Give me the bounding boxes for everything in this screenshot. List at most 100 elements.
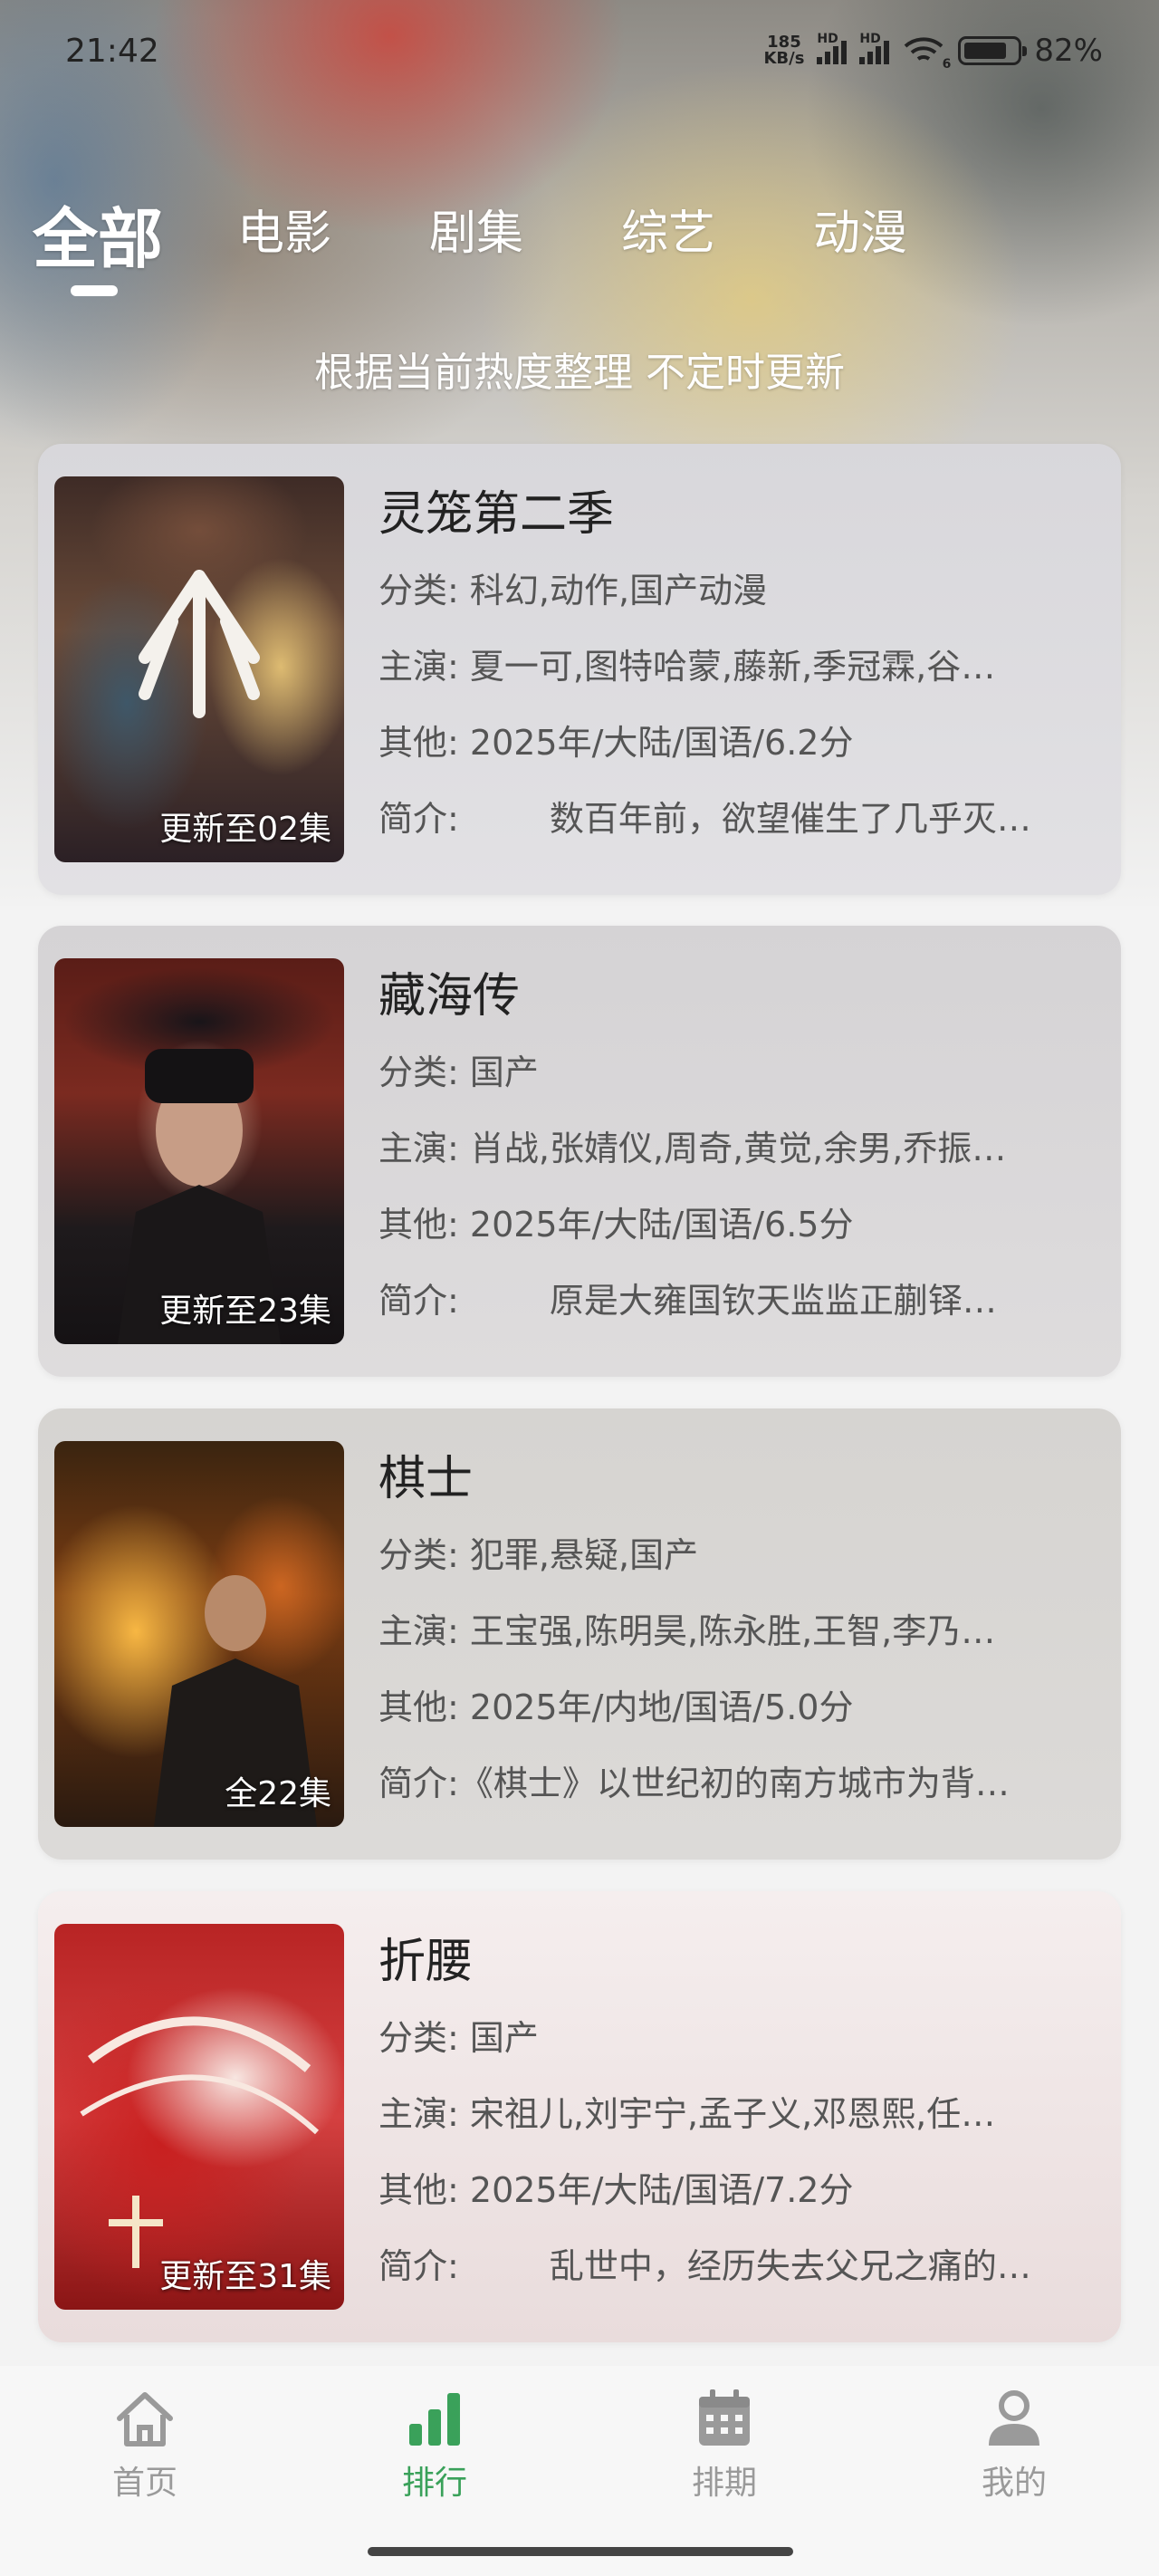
nav-profile-label: 我的 — [981, 2465, 1047, 2502]
item-cast: 主演: 夏一可,图特哈蒙,藤新,季冠霖,谷… — [378, 629, 1099, 705]
cast-value: 王宝强,陈明昊,陈永胜,王智,李乃… — [469, 1611, 996, 1651]
category-label: 分类: — [378, 571, 459, 610]
ranking-subtitle: 根据当前热度整理 不定时更新 — [314, 350, 845, 396]
category-value: 国产 — [469, 2018, 539, 2058]
ranking-card[interactable]: 更新至31集 折腰 分类: 国产 主演: 宋祖儿,刘宇宁,孟子义,邓恩熙,任… … — [38, 1891, 1121, 2342]
tab-movies[interactable]: 电影 — [237, 195, 331, 263]
other-value: 2025年/大陆/国语/7.2分 — [469, 2170, 854, 2210]
poster-image: 更新至23集 — [54, 958, 344, 1344]
item-info: 灵笼第二季 分类: 科幻,动作,国产动漫 主演: 夏一可,图特哈蒙,藤新,季冠霖… — [378, 476, 1099, 857]
item-category: 分类: 国产 — [378, 2000, 1099, 2076]
ranking-card[interactable]: 更新至23集 藏海传 分类: 国产 主演: 肖战,张婧仪,周奇,黄觉,余男,乔振… — [38, 926, 1121, 1377]
cast-label: 主演: — [378, 1611, 459, 1651]
nav-ranking-label: 排行 — [401, 2465, 467, 2502]
category-label: 分类: — [378, 2018, 459, 2058]
tab-series[interactable]: 剧集 — [429, 195, 523, 263]
signal-sim2-icon: HD — [859, 32, 890, 64]
category-label: 分类: — [378, 1053, 459, 1092]
episode-status: 更新至23集 — [159, 1293, 331, 1330]
nav-profile[interactable]: 我的 — [951, 2388, 1078, 2504]
intro-label: 简介: — [378, 1281, 459, 1321]
item-title: 灵笼第二季 — [378, 487, 615, 542]
network-speed-unit: KB/s — [763, 49, 805, 68]
cast-value: 肖战,张婧仪,周奇,黄觉,余男,乔振… — [469, 1129, 1007, 1168]
nav-ranking[interactable]: 排行 — [371, 2388, 498, 2504]
intro-value: 原是大雍国钦天监监正蒯铎… — [549, 1281, 997, 1321]
category-value: 科幻,动作,国产动漫 — [469, 571, 768, 610]
signal-sim1-icon: HD — [817, 32, 848, 64]
tab-all[interactable]: 全部 — [33, 186, 163, 281]
category-value: 国产 — [469, 1053, 539, 1092]
intro-value: 数百年前，欲望催生了几乎灭… — [549, 799, 1031, 839]
cast-label: 主演: — [378, 647, 459, 687]
nav-home[interactable]: 首页 — [81, 2388, 208, 2504]
poster-image: 更新至31集 — [54, 1924, 344, 2310]
item-title: 棋士 — [378, 1452, 474, 1506]
episode-status: 更新至31集 — [159, 2258, 331, 2295]
cast-label: 主演: — [378, 1129, 459, 1168]
item-cast: 主演: 宋祖儿,刘宇宁,孟子义,邓恩熙,任… — [378, 2076, 1099, 2152]
item-intro: 简介:《棋士》以世纪初的南方城市为背… — [378, 1745, 1099, 1821]
item-intro: 简介: 原是大雍国钦天监监正蒯铎… — [378, 1263, 1099, 1339]
item-other: 其他: 2025年/大陆/国语/6.5分 — [378, 1187, 1099, 1263]
other-label: 其他: — [378, 723, 459, 763]
item-other: 其他: 2025年/大陆/国语/6.2分 — [378, 705, 1099, 781]
category-label: 分类: — [378, 1535, 459, 1575]
gesture-home-bar[interactable] — [368, 2547, 793, 2556]
item-info: 藏海传 分类: 国产 主演: 肖战,张婧仪,周奇,黄觉,余男,乔振… 其他: 2… — [378, 958, 1099, 1339]
intro-label: 简介: — [378, 1764, 459, 1803]
status-bar: 21:42 185 KB/s HD HD 6 82% — [0, 27, 1159, 82]
item-cast: 主演: 王宝强,陈明昊,陈永胜,王智,李乃… — [378, 1593, 1099, 1669]
item-info: 折腰 分类: 国产 主演: 宋祖儿,刘宇宁,孟子义,邓恩熙,任… 其他: 202… — [378, 1924, 1099, 2304]
tab-anime[interactable]: 动漫 — [813, 195, 907, 263]
wifi-icon: 6 — [902, 35, 951, 72]
item-category: 分类: 犯罪,悬疑,国产 — [378, 1517, 1099, 1593]
item-title: 折腰 — [378, 1935, 474, 1989]
tab-active-indicator — [71, 285, 118, 296]
calendar-icon — [699, 2389, 750, 2446]
item-category: 分类: 科幻,动作,国产动漫 — [378, 553, 1099, 629]
status-right-group: 185 KB/s HD HD 6 82% — [763, 32, 1103, 72]
nav-schedule[interactable]: 排期 — [661, 2388, 788, 2504]
item-intro: 简介: 数百年前，欲望催生了几乎灭… — [378, 781, 1099, 857]
poster-image: 更新至02集 — [54, 476, 344, 862]
intro-value: 《棋士》以世纪初的南方城市为背… — [458, 1764, 1010, 1803]
wifi-6-tag: 6 — [942, 57, 952, 72]
category-tabs: 全部 电影 剧集 综艺 动漫 — [0, 195, 1159, 303]
item-other: 其他: 2025年/大陆/国语/7.2分 — [378, 2152, 1099, 2228]
intro-value: 乱世中，经历失去父兄之痛的… — [549, 2246, 1031, 2286]
network-speed: 185 KB/s — [763, 34, 804, 67]
nav-home-label: 首页 — [111, 2465, 177, 2502]
item-other: 其他: 2025年/内地/国语/5.0分 — [378, 1669, 1099, 1745]
poster-image: 全22集 — [54, 1441, 344, 1827]
nav-schedule-label: 排期 — [691, 2465, 757, 2502]
episode-status: 更新至02集 — [159, 811, 331, 848]
sim2-hd-tag: HD — [859, 32, 881, 46]
intro-label: 简介: — [378, 2246, 459, 2286]
home-icon — [117, 2392, 173, 2446]
cast-value: 宋祖儿,刘宇宁,孟子义,邓恩熙,任… — [469, 2094, 996, 2134]
bottom-nav: 首页 排行 排期 我的 — [0, 2366, 1159, 2576]
other-value: 2025年/大陆/国语/6.5分 — [469, 1205, 854, 1245]
item-category: 分类: 国产 — [378, 1034, 1099, 1110]
other-label: 其他: — [378, 1687, 459, 1727]
other-label: 其他: — [378, 1205, 459, 1245]
status-time: 21:42 — [65, 33, 159, 70]
ranking-card[interactable]: 全22集 棋士 分类: 犯罪,悬疑,国产 主演: 王宝强,陈明昊,陈永胜,王智,… — [38, 1408, 1121, 1860]
other-value: 2025年/大陆/国语/6.2分 — [469, 723, 854, 763]
sim1-hd-tag: HD — [817, 32, 838, 46]
profile-icon — [989, 2390, 1039, 2446]
item-info: 棋士 分类: 犯罪,悬疑,国产 主演: 王宝强,陈明昊,陈永胜,王智,李乃… 其… — [378, 1441, 1099, 1821]
episode-status: 全22集 — [225, 1775, 331, 1812]
other-label: 其他: — [378, 2170, 459, 2210]
category-value: 犯罪,悬疑,国产 — [469, 1535, 699, 1575]
tab-variety[interactable]: 综艺 — [621, 195, 715, 263]
battery-percent: 82% — [1034, 33, 1103, 69]
battery-icon — [958, 36, 1028, 65]
ranking-card[interactable]: 更新至02集 灵笼第二季 分类: 科幻,动作,国产动漫 主演: 夏一可,图特哈蒙… — [38, 444, 1121, 895]
item-intro: 简介: 乱世中，经历失去父兄之痛的… — [378, 2228, 1099, 2304]
other-value: 2025年/内地/国语/5.0分 — [469, 1687, 854, 1727]
ranking-icon — [409, 2393, 460, 2446]
item-cast: 主演: 肖战,张婧仪,周奇,黄觉,余男,乔振… — [378, 1110, 1099, 1187]
intro-label: 简介: — [378, 799, 459, 839]
